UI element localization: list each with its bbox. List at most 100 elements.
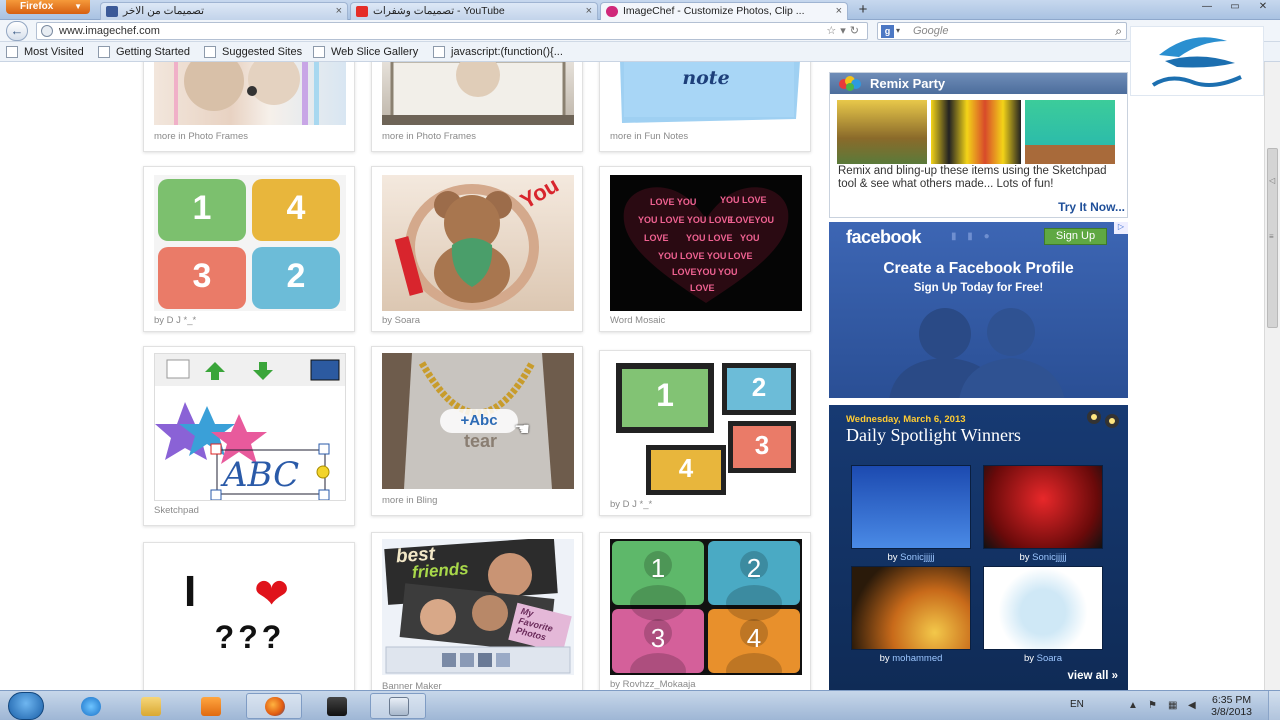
add-text-badge[interactable]: +Abc [440,409,518,433]
spotlight-winner[interactable]: by mohammed [851,566,971,664]
minimize-icon[interactable]: — [1194,0,1220,14]
card-word-mosaic[interactable]: LOVE YOU YOU LOVE YOU LOVE YOU LOVE LOVEYO… [599,166,811,332]
url-text[interactable]: www.imagechef.com [59,24,160,39]
card-photo-grid-3[interactable]: 1 2 3 4 by Rovhzz_Mokaaja [599,532,811,690]
card-caption[interactable]: more in Fun Notes [610,131,688,142]
thumbnail[interactable] [154,62,346,125]
flag-icon[interactable]: ⚑ [1148,700,1159,711]
winner-name[interactable]: Soara [1037,653,1062,664]
winner-image-sonic[interactable] [851,465,971,549]
taskbar-firefox[interactable] [246,693,302,719]
facebook-ad[interactable]: facebook ▮ ▮ ● Sign Up ▷ Create a Facebo… [829,222,1128,398]
remix-thumb-portrait[interactable] [931,100,1021,164]
thumbnail[interactable]: ABC [154,353,346,501]
thumbnail[interactable]: note [610,62,802,125]
thumbnail[interactable] [382,62,574,125]
card-photo-frame-1[interactable]: more in Photo Frames [143,62,355,152]
search-bar[interactable]: g ▾ Google ⌕ [877,22,1127,40]
close-icon[interactable]: × [836,3,842,19]
clock[interactable]: 6:35 PM 3/8/2013 [1211,694,1252,718]
thumbnail[interactable]: 1 2 3 4 [610,539,802,675]
card-caption[interactable]: Banner Maker [382,681,442,690]
card-caption[interactable]: more in Photo Frames [382,131,476,142]
search-input[interactable]: Google [913,24,948,39]
taskbar-explorer[interactable] [122,693,178,719]
show-desktop-button[interactable] [1268,691,1280,720]
reload-icon[interactable]: ↻ [850,25,863,37]
thumbnail[interactable]: 1 2 3 4 [610,359,802,495]
tab-facebook[interactable]: تصميمات من الاخر × [100,2,348,20]
bookmark-star-icon[interactable]: ☆ [826,25,840,37]
card-photo-grid-1[interactable]: 1 4 3 2 by D J *_* [143,166,355,332]
taskbar-recorder[interactable] [308,693,364,719]
start-button[interactable] [8,692,44,720]
youtube-icon [356,6,368,17]
close-icon[interactable]: × [336,3,342,19]
ad-choices-icon[interactable]: ▷ [1114,222,1128,234]
card-caption[interactable]: more in Bling [382,495,437,506]
card-caption[interactable]: by D J *_* [154,315,196,326]
spotlight-winner[interactable]: by Soara [983,566,1103,664]
card-photo-grid-2[interactable]: 1 2 3 4 by D J *_* [599,350,811,516]
facebook-signup-button[interactable]: Sign Up [1044,228,1107,245]
taskbar-window[interactable] [370,693,426,719]
card-fun-note[interactable]: note more in Fun Notes [599,62,811,152]
card-i-love[interactable]: I ❤ ??? [143,542,355,690]
winner-image-dragon[interactable] [851,566,971,650]
card-teddy-bear[interactable]: You by Soara [371,166,583,332]
dropdown-icon[interactable]: ▾ [840,25,850,37]
card-caption[interactable]: Sketchpad [154,505,199,516]
close-icon[interactable]: × [586,3,592,19]
taskbar-media-player[interactable] [182,693,238,719]
bookmark-suggested-sites[interactable]: Suggested Sites [204,45,302,59]
language-indicator[interactable]: EN [1070,699,1084,710]
close-window-icon[interactable]: ✕ [1250,0,1276,14]
vertical-scrollbar[interactable]: ◁ ≡ [1264,62,1280,690]
new-tab-button[interactable]: + [852,2,874,19]
winner-name[interactable]: Sonicjjjjj [900,552,934,563]
address-bar[interactable]: www.imagechef.com ☆▾↻ [36,22,868,40]
network-icon[interactable]: ▦ [1168,700,1179,711]
card-caption[interactable]: more in Photo Frames [154,131,248,142]
card-sketchpad[interactable]: ABC Sketchpad [143,346,355,526]
card-banner-maker[interactable]: best friends My Favorite Photos Banner M… [371,532,583,690]
back-button[interactable]: ← [6,21,28,41]
scroll-up-icon[interactable]: ◁ [1269,176,1275,185]
card-photo-frame-2[interactable]: more in Photo Frames [371,62,583,152]
winner-name[interactable]: mohammed [892,653,942,664]
remix-thumb-balloons[interactable] [837,100,927,164]
remix-thumb-game[interactable] [1025,100,1115,164]
volume-icon[interactable]: ◀ [1188,700,1199,711]
bookmark-javascript[interactable]: javascript:(function(){... [433,45,563,59]
firefox-menu-button[interactable]: Firefox ▼ [6,0,90,14]
winner-image-knuckles[interactable] [983,465,1103,549]
bookmark-getting-started[interactable]: Getting Started [98,45,190,59]
card-caption[interactable]: Word Mosaic [610,315,665,326]
bookmark-web-slice-gallery[interactable]: Web Slice Gallery [313,45,418,59]
spotlight-winner[interactable]: by Sonicjjjjj [983,465,1103,563]
card-caption[interactable]: by Soara [382,315,420,326]
spotlight-winner[interactable]: by Sonicjjjjj [851,465,971,563]
card-bling[interactable]: tear +Abc ☚ more in Bling [371,346,583,516]
tab-imagechef[interactable]: ImageChef - Customize Photos, Clip ... × [600,2,848,21]
winner-name[interactable]: Sonicjjjjj [1032,552,1066,563]
google-icon[interactable]: g [881,25,894,38]
tab-youtube[interactable]: تصميمات وشفرات - YouTube × [350,2,598,20]
card-caption[interactable]: by D J *_* [610,499,652,510]
search-icon[interactable]: ⌕ [1115,23,1122,39]
taskbar-ie[interactable] [62,693,118,719]
show-hidden-icons[interactable]: ▲ [1128,700,1139,711]
view-all-link[interactable]: view all » [1067,670,1118,682]
winner-image-fishbowl[interactable] [983,566,1103,650]
try-it-now-link[interactable]: Try It Now... [1058,200,1125,214]
maximize-icon[interactable]: ▭ [1222,0,1248,14]
thumbnail[interactable]: I ❤ ??? [154,549,346,685]
thumbnail[interactable]: You [382,175,574,311]
thumbnail[interactable]: 1 4 3 2 [154,175,346,311]
chevron-down-icon[interactable]: ▾ [896,23,900,39]
bookmark-most-visited[interactable]: Most Visited [6,45,84,59]
thumbnail[interactable]: tear +Abc ☚ [382,353,574,489]
thumbnail[interactable]: LOVE YOU YOU LOVE YOU LOVE YOU LOVE LOVEYO… [610,175,802,311]
card-caption[interactable]: by Rovhzz_Mokaaja [610,679,696,690]
thumbnail[interactable]: best friends My Favorite Photos [382,539,574,675]
